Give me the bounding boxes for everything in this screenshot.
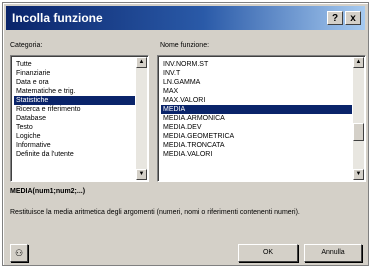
- window-title: Incolla funzione: [12, 11, 103, 25]
- function-item[interactable]: MEDIA.ARMONICA: [161, 114, 352, 123]
- function-item[interactable]: LN.GAMMA: [161, 78, 352, 87]
- function-item[interactable]: INV.NORM.ST: [161, 60, 352, 69]
- function-item[interactable]: MEDIA.GEOMETRICA: [161, 132, 352, 141]
- category-listbox[interactable]: Tutte Finanziarie Data e ora Matematiche e …: [10, 55, 149, 182]
- function-name-label: Nome funzione:: [160, 42, 210, 49]
- category-item[interactable]: Database: [14, 114, 135, 123]
- category-item[interactable]: Data e ora: [14, 78, 135, 87]
- function-listbox[interactable]: INV.NORM.ST INV.T LN.GAMMA MAX MAX.VALORI MED…: [157, 55, 366, 182]
- category-item[interactable]: Finanziarie: [14, 69, 135, 78]
- function-list: INV.NORM.ST INV.T LN.GAMMA MAX MAX.VALORI MED…: [161, 60, 352, 159]
- function-item[interactable]: MAX: [161, 87, 352, 96]
- function-item[interactable]: MEDIA.TRONCATA: [161, 141, 352, 150]
- help-question-icon[interactable]: ?: [327, 11, 343, 25]
- ok-button[interactable]: OK: [238, 244, 298, 262]
- function-item[interactable]: MAX.VALORI: [161, 96, 352, 105]
- category-item[interactable]: Matematiche e trig.: [14, 87, 135, 96]
- arrow-down-icon[interactable]: ▼: [136, 169, 147, 180]
- category-list: Tutte Finanziarie Data e ora Matematiche e …: [14, 60, 135, 159]
- function-item[interactable]: MEDIA.VALORI: [161, 150, 352, 159]
- office-assistant-icon[interactable]: ⚇: [10, 244, 28, 262]
- category-label: Categoria:: [10, 42, 43, 49]
- arrow-down-icon[interactable]: ▼: [353, 169, 364, 180]
- scroll-thumb[interactable]: [353, 123, 364, 141]
- category-item[interactable]: Informative: [14, 141, 135, 150]
- function-description: Restituisce la media aritmetica degli ar…: [10, 209, 300, 216]
- category-scrollbar[interactable]: ▲ ▼: [136, 57, 147, 180]
- function-item[interactable]: MEDIA: [161, 105, 352, 114]
- cancel-button[interactable]: Annulla: [304, 244, 362, 262]
- category-item[interactable]: Statistiche: [14, 96, 135, 105]
- category-item[interactable]: Logiche: [14, 132, 135, 141]
- function-syntax: MEDIA(num1;num2;...): [10, 188, 86, 195]
- function-item[interactable]: MEDIA.DEV: [161, 123, 352, 132]
- title-bar[interactable]: Incolla funzione ? x: [6, 6, 365, 30]
- category-item[interactable]: Definite da l'utente: [14, 150, 135, 159]
- arrow-up-icon[interactable]: ▲: [136, 57, 147, 68]
- category-item[interactable]: Tutte: [14, 60, 135, 69]
- function-scrollbar[interactable]: ▲ ▼: [353, 57, 364, 180]
- category-item[interactable]: Ricerca e riferimento: [14, 105, 135, 114]
- arrow-up-icon[interactable]: ▲: [353, 57, 364, 68]
- close-icon[interactable]: x: [345, 11, 361, 25]
- function-item[interactable]: INV.T: [161, 69, 352, 78]
- category-item[interactable]: Testo: [14, 123, 135, 132]
